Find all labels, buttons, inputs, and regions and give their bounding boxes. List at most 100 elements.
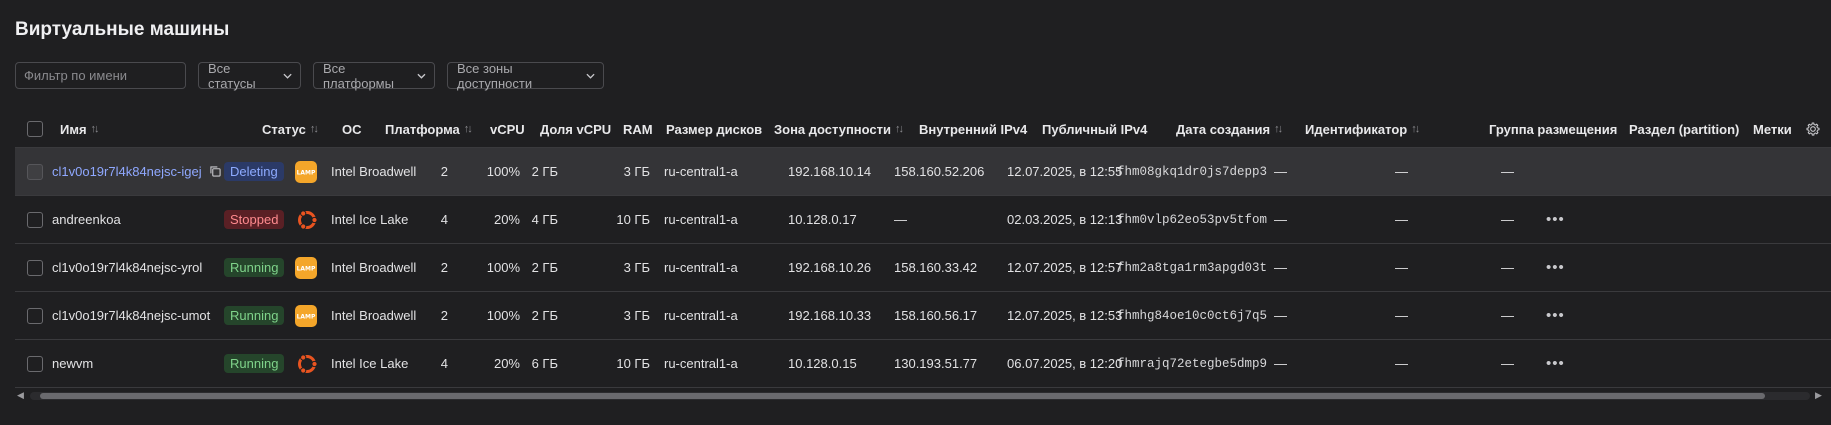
sort-icon: ↑↓: [90, 123, 100, 135]
vm-id[interactable]: fhm0vlp62eo53pv5tfom: [1117, 213, 1267, 227]
col-disk-header: Размер дисков: [666, 111, 762, 147]
platform-filter-value: Все платформы: [323, 60, 394, 91]
sort-icon: ↑↓: [895, 123, 904, 135]
internal-ip: 192.168.10.26: [788, 260, 872, 275]
vm-name[interactable]: andreenkoa: [52, 212, 121, 227]
col-disk-label: Размер дисков: [666, 121, 763, 137]
col-platform-header[interactable]: Платформа ↑↓: [385, 111, 473, 147]
zone: ru-central1-a: [664, 164, 738, 179]
svg-text:LAMP: LAMP: [297, 313, 316, 320]
name-filter-input[interactable]: [15, 62, 186, 89]
scroll-right-icon[interactable]: ▶: [1815, 390, 1822, 401]
labels: —: [1501, 308, 1514, 323]
vcpu-share: 20%: [493, 212, 520, 227]
placement-group: —: [1274, 260, 1287, 275]
col-vcpu-share-label: Доля vCPU: [540, 121, 612, 137]
placement-group: —: [1274, 308, 1287, 323]
vm-id[interactable]: fhmrajq72etegbe5dmp9: [1117, 357, 1267, 371]
vcpu-share: 20%: [493, 356, 520, 371]
col-labels-header: Метки: [1753, 111, 1792, 147]
table-row[interactable]: cl1v0o19r7l4k84nejsc-yrol Running LAMP I…: [15, 244, 1831, 292]
col-ip-public-header: Публичный IPv4: [1042, 111, 1147, 147]
table-header: Имя ↑↓ Статус ↑↓ ОС Платформа ↑↓ vCPU Доля …: [15, 111, 1831, 148]
platform: Intel Broadwell: [331, 308, 417, 323]
horizontal-scrollbar[interactable]: [30, 392, 1810, 400]
placement-group: —: [1274, 212, 1287, 227]
status-filter-select[interactable]: Все статусы: [198, 60, 301, 91]
labels: —: [1501, 260, 1514, 275]
table-settings-button[interactable]: [1805, 111, 1821, 147]
zone: ru-central1-a: [664, 356, 738, 371]
status-badge: Stopped: [224, 210, 285, 229]
zone-filter-select[interactable]: Все зоны доступности: [447, 60, 604, 91]
more-horizontal-icon[interactable]: •••: [1546, 259, 1565, 276]
svg-text:LAMP: LAMP: [297, 265, 316, 272]
row-checkbox[interactable]: [27, 355, 43, 372]
os-icon: [294, 196, 320, 243]
vcpu: 2: [440, 260, 448, 275]
row-checkbox[interactable]: [27, 259, 43, 276]
table-row[interactable]: newvm Running Intel Ice Lake 4 20% 6 ГБ …: [15, 340, 1831, 388]
table-row[interactable]: cl1v0o19r7l4k84nejsc-igej Deleting LAMP …: [15, 148, 1831, 196]
row-checkbox[interactable]: [27, 307, 43, 324]
col-zone-label: Зона доступности: [774, 121, 892, 137]
platform: Intel Broadwell: [331, 260, 417, 275]
more-horizontal-icon[interactable]: •••: [1546, 307, 1565, 324]
col-id-label: Идентификатор: [1305, 121, 1408, 137]
ubuntu-logo-icon: [298, 353, 318, 374]
internal-ip: 10.128.0.17: [788, 212, 857, 227]
col-created-label: Дата создания: [1176, 121, 1271, 137]
col-zone-header[interactable]: Зона доступности ↑↓: [774, 111, 904, 147]
vm-name[interactable]: cl1v0o19r7l4k84nejsc-igej: [52, 164, 202, 179]
col-status-header[interactable]: Статус ↑↓: [262, 111, 319, 147]
os-icon: LAMP: [294, 292, 318, 339]
created-date: 06.07.2025, в 12:20: [1007, 356, 1123, 371]
row-checkbox[interactable]: [27, 211, 43, 228]
labels: —: [1501, 356, 1514, 371]
more-horizontal-icon[interactable]: •••: [1546, 355, 1565, 372]
select-all-checkbox[interactable]: [27, 121, 43, 137]
more-horizontal-icon[interactable]: •••: [1546, 211, 1565, 228]
col-labels-label: Метки: [1753, 121, 1792, 137]
table-row[interactable]: cl1v0o19r7l4k84nejsc-umot Running LAMP I…: [15, 292, 1831, 340]
platform-filter-select[interactable]: Все платформы: [313, 60, 435, 91]
copy-icon[interactable]: [209, 166, 221, 177]
col-os-header: ОС: [342, 111, 362, 147]
chevron-down-icon: [283, 73, 292, 79]
col-os-label: ОС: [342, 121, 362, 137]
internal-ip: 192.168.10.33: [788, 308, 872, 323]
gear-icon: [1806, 122, 1820, 136]
col-name-header[interactable]: Имя ↑↓: [60, 111, 100, 147]
vm-name[interactable]: cl1v0o19r7l4k84nejsc-umot: [52, 308, 210, 323]
col-id-header[interactable]: Идентификатор ↑↓: [1305, 111, 1420, 147]
row-checkbox[interactable]: [27, 163, 43, 180]
public-ip: 158.160.52.206: [894, 164, 985, 179]
disk-size: 3 ГБ: [623, 260, 650, 275]
status-filter-value: Все статусы: [208, 60, 256, 91]
status-badge: Deleting: [224, 162, 284, 181]
vm-id[interactable]: fhm08gkq1dr0js7depp3: [1117, 165, 1267, 179]
ram: 6 ГБ: [531, 356, 558, 371]
vm-id[interactable]: fhm2a8tga1rm3apgd03t: [1117, 261, 1267, 275]
col-partition-header: Раздел (partition): [1629, 111, 1739, 147]
zone: ru-central1-a: [664, 260, 738, 275]
col-created-header[interactable]: Дата создания ↑↓: [1176, 111, 1283, 147]
table-row[interactable]: andreenkoa Stopped Intel Ice Lake 4 20% …: [15, 196, 1831, 244]
svg-text:LAMP: LAMP: [297, 169, 316, 176]
sort-icon: ↑↓: [1411, 123, 1420, 135]
disk-size: 10 ГБ: [616, 212, 650, 227]
chevron-down-icon: [586, 73, 595, 79]
vm-id[interactable]: fhmhg84oe10c0ct6j7q5: [1117, 309, 1267, 323]
vm-name[interactable]: cl1v0o19r7l4k84nejsc-yrol: [52, 260, 202, 275]
public-ip: 130.193.51.77: [894, 356, 978, 371]
platform: Intel Broadwell: [331, 164, 417, 179]
created-date: 12.07.2025, в 12:53: [1007, 308, 1123, 323]
vm-name[interactable]: newvm: [52, 356, 93, 371]
zone-filter-value: Все зоны доступности: [457, 60, 533, 91]
scrollbar-thumb[interactable]: [40, 393, 1765, 399]
status-badge: Running: [224, 354, 285, 373]
scroll-left-icon[interactable]: ◀: [17, 390, 24, 401]
vcpu: 2: [440, 308, 448, 323]
public-ip: 158.160.56.17: [894, 308, 978, 323]
partition: —: [1395, 212, 1408, 227]
